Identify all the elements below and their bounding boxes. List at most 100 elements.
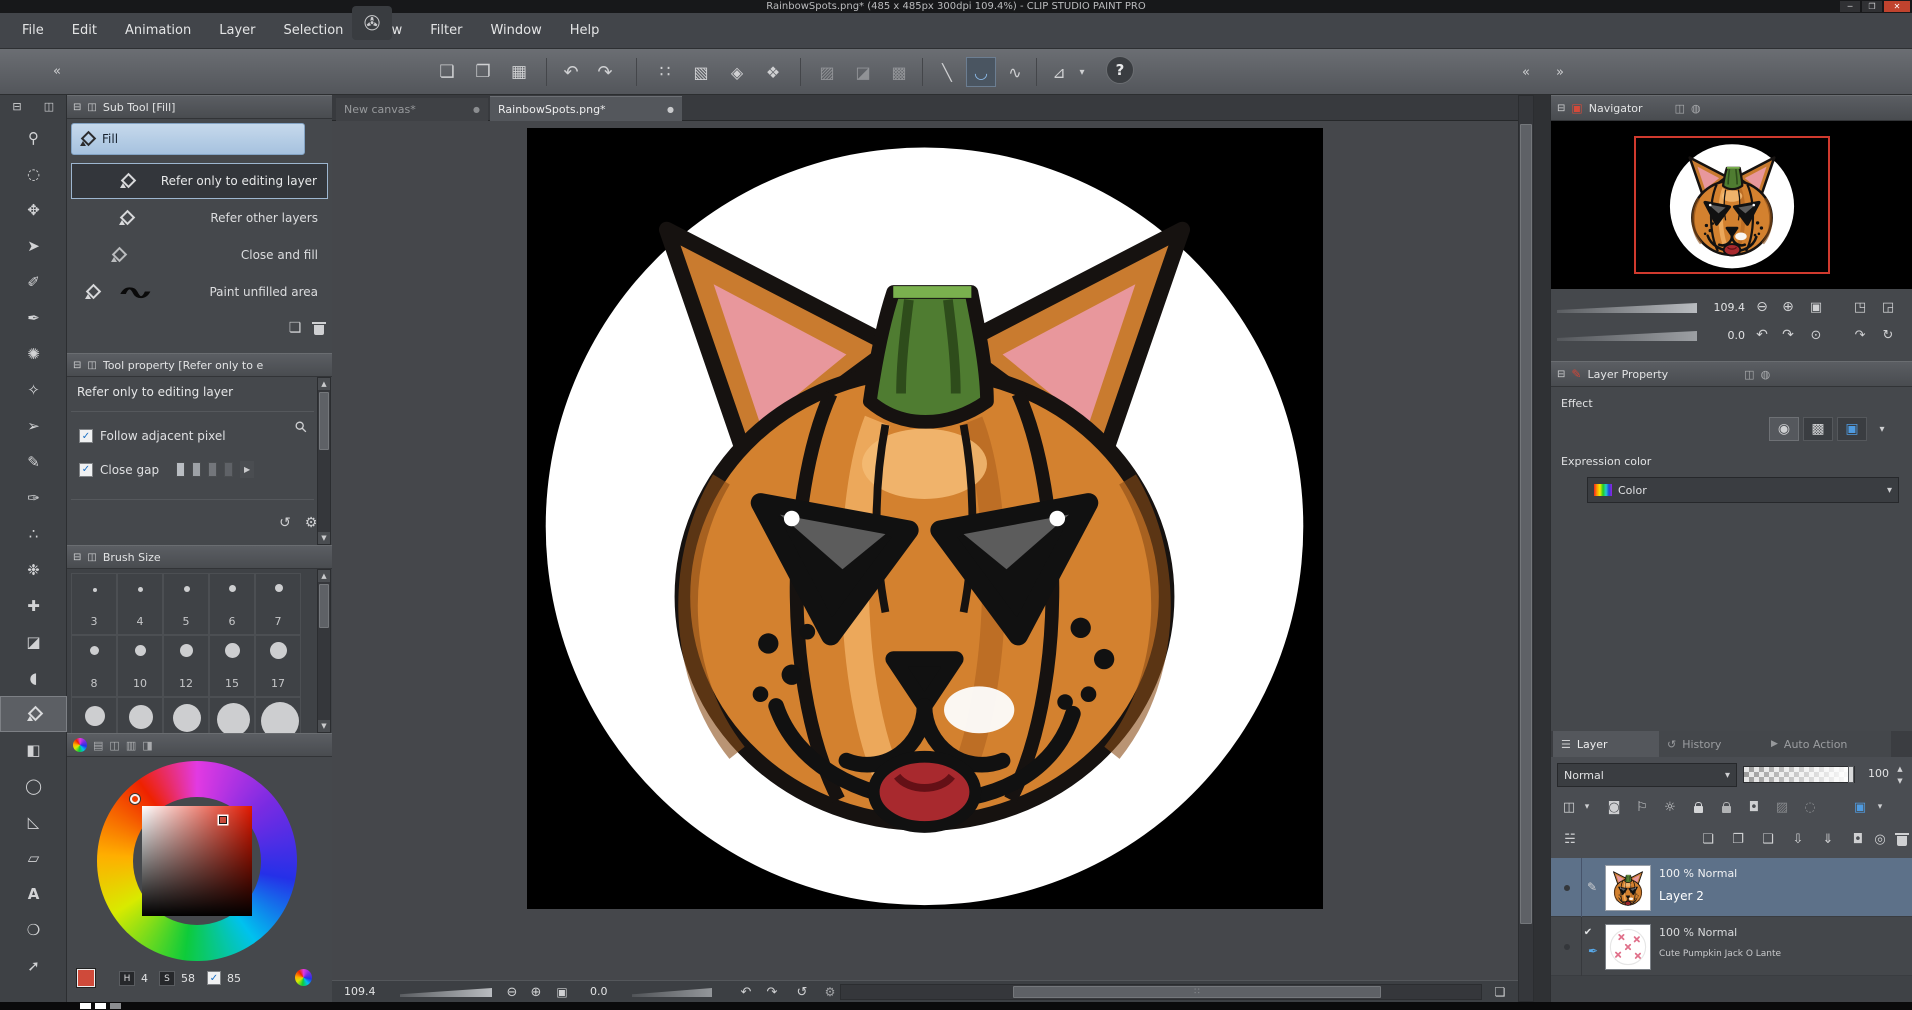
vertical-scrollbar-thumb[interactable] (1520, 124, 1532, 924)
layer-filter-icon[interactable]: ☵ (1557, 827, 1583, 851)
tool-object[interactable]: ➤ (0, 228, 67, 264)
select-erase-icon[interactable]: ◪ (848, 57, 878, 87)
nav-zoom-in-icon[interactable]: ⊕ (1777, 297, 1799, 317)
ruler-icon[interactable]: ⊿ (1044, 57, 1074, 87)
status-rotation-value[interactable]: 0.0 (590, 985, 608, 998)
merge-down-icon[interactable]: ⇓ (1815, 827, 1841, 851)
layer-row-selected[interactable]: ✎ 100 % Normal Layer 2 (1551, 858, 1912, 917)
menu-help[interactable]: Help (556, 23, 614, 38)
tool-pen[interactable]: ✒ (0, 300, 67, 336)
brush-size-cell[interactable] (255, 697, 301, 733)
tool-balloon[interactable]: ❍ (0, 912, 67, 948)
transfer-down-icon[interactable]: ⇩ (1785, 827, 1811, 851)
scroll-up-icon[interactable]: ▲ (318, 378, 330, 390)
brush-menu-icon[interactable]: ◫ (87, 552, 96, 563)
navigator-rotation-value[interactable]: 0.0 (1701, 329, 1746, 342)
scrollbar-thumb[interactable] (319, 584, 329, 628)
ruler-link-icon[interactable]: ▨ (1769, 795, 1795, 819)
tool-ellipse[interactable]: ◯ (0, 768, 67, 804)
status-reset-icon[interactable]: ↺ (792, 983, 812, 1001)
navigator-preview[interactable] (1551, 121, 1912, 289)
nav-zoom-out-icon[interactable]: ⊖ (1751, 297, 1773, 317)
menu-file[interactable]: File (8, 23, 58, 38)
subtool-item-refer-editing[interactable]: Refer only to editing layer (71, 163, 328, 199)
brush-size-cell[interactable]: 5 (163, 573, 209, 635)
spinner-up-icon[interactable]: ▲ (1893, 763, 1907, 775)
brush-size-cell[interactable]: 15 (209, 635, 255, 697)
checkbox-follow-adjacent[interactable]: ✓ (79, 429, 93, 443)
tab-close-icon[interactable]: ● (473, 105, 480, 114)
effect-tone-icon[interactable]: ▩ (1803, 417, 1833, 441)
special-ruler-snap-icon[interactable]: ∿ (1000, 57, 1030, 87)
toolprop-scrollbar[interactable]: ▲ ▼ (317, 377, 331, 545)
tab-rainbowspots[interactable]: RainbowSpots.png* ● (490, 96, 682, 121)
open-file-icon[interactable]: ❐ (468, 57, 498, 87)
enable-mask-icon[interactable]: ◘ (1741, 795, 1767, 819)
tab-history[interactable]: ↺ History (1659, 731, 1763, 757)
help-icon[interactable]: ? (1106, 56, 1134, 84)
scroll-down-icon[interactable]: ▼ (318, 720, 330, 732)
lp-tab3-icon[interactable]: ◍ (1761, 368, 1771, 381)
brush-size-cell[interactable] (209, 697, 255, 733)
swatch-chip-gray[interactable] (110, 1003, 121, 1009)
thumbnail-option-icon[interactable]: ◫ (1557, 795, 1581, 819)
apply-mask-icon[interactable]: ◎ (1869, 827, 1891, 851)
sv-cursor[interactable] (219, 816, 227, 824)
clip-studio-logo[interactable]: ✇ (352, 6, 392, 40)
status-rotate-ccw-icon[interactable]: ↶ (736, 983, 756, 1001)
lock-transparent-icon[interactable] (1713, 795, 1739, 819)
tool-brush[interactable]: ✑ (0, 480, 67, 516)
subtool-panel-header[interactable]: ⊟ ◫ Sub Tool [Fill] (67, 95, 332, 119)
reference-layer-icon[interactable]: ⚐ (1629, 795, 1655, 819)
new-canvas-icon[interactable]: ❏ (432, 57, 462, 87)
layer-color-icon[interactable]: ▣ (1847, 795, 1873, 819)
layer-name[interactable]: Layer 2 (1659, 889, 1704, 903)
toolprop-menu-icon[interactable]: ◫ (87, 360, 96, 371)
scrollbar-thumb[interactable] (319, 392, 329, 450)
gap-level-3[interactable] (208, 462, 218, 477)
gap-level-4[interactable] (224, 462, 234, 477)
status-rotation-slider[interactable] (632, 988, 712, 997)
curve-snap-icon[interactable]: ◡ (966, 57, 996, 87)
swatch-chip-white[interactable] (95, 1003, 106, 1009)
maximize-button[interactable]: ❐ (1862, 1, 1882, 12)
canvas-viewport[interactable] (332, 121, 1518, 980)
status-zoom-out-icon[interactable]: ⊖ (502, 983, 522, 1001)
brush-size-cell[interactable]: 8 (71, 635, 117, 697)
tool-eyedropper[interactable]: ✧ (0, 372, 67, 408)
select-pen-icon[interactable]: ▨ (812, 57, 842, 87)
color-panel-header[interactable]: ▤ ◫ ▥ ◨ (67, 733, 332, 757)
nav-flip-v-icon[interactable]: ◲ (1877, 297, 1899, 317)
minimize-button[interactable]: ─ (1840, 1, 1860, 12)
effect-layer-color-icon[interactable]: ▣ (1837, 417, 1867, 441)
gap-level-1[interactable] (176, 462, 186, 477)
status-option-icon[interactable]: ⚙ (820, 983, 840, 1001)
tool-line-correct[interactable]: ✐ (0, 264, 67, 300)
brush-size-cell[interactable]: 17 (255, 635, 301, 697)
tab-layer[interactable]: ☰ Layer (1553, 731, 1659, 757)
tool-lasso[interactable]: ◌ (0, 156, 67, 192)
tool-pencil[interactable]: ✎ (0, 444, 67, 480)
brush-size-cell[interactable] (163, 697, 209, 733)
brush-size-cell[interactable]: 10 (117, 635, 163, 697)
layer-link-icon[interactable]: ◌ (1797, 795, 1823, 819)
status-rotate-cw-icon[interactable]: ↷ (762, 983, 782, 1001)
value-checkbox[interactable]: ✓ (207, 971, 221, 985)
brush-size-cell[interactable]: 4 (117, 573, 163, 635)
layer-name[interactable]: Cute Pumpkin Jack O Lante (1659, 949, 1799, 959)
gap-level-2[interactable] (192, 462, 202, 477)
new-layer-icon[interactable]: ❏ (1695, 827, 1721, 851)
brush-size-cell[interactable]: 7 (255, 573, 301, 635)
status-zoom-slider[interactable] (400, 988, 492, 997)
menu-selection[interactable]: Selection (269, 23, 357, 38)
delete-subtool-icon[interactable] (308, 317, 330, 339)
status-fit-icon[interactable]: ▣ (552, 983, 572, 1001)
nav-flip-display-v-icon[interactable]: ↻ (1877, 325, 1899, 345)
tool-panel-menu-icon[interactable]: ◫ (36, 98, 62, 114)
vertical-scrollbar[interactable] (1518, 95, 1534, 1002)
new-vector-layer-icon[interactable]: ❐ (1725, 827, 1751, 851)
sv-square[interactable] (142, 806, 252, 916)
swatch-chip-white[interactable] (80, 1003, 91, 1009)
opacity-value[interactable]: 100 (1859, 767, 1889, 780)
undo-icon[interactable]: ↶ (556, 57, 586, 87)
